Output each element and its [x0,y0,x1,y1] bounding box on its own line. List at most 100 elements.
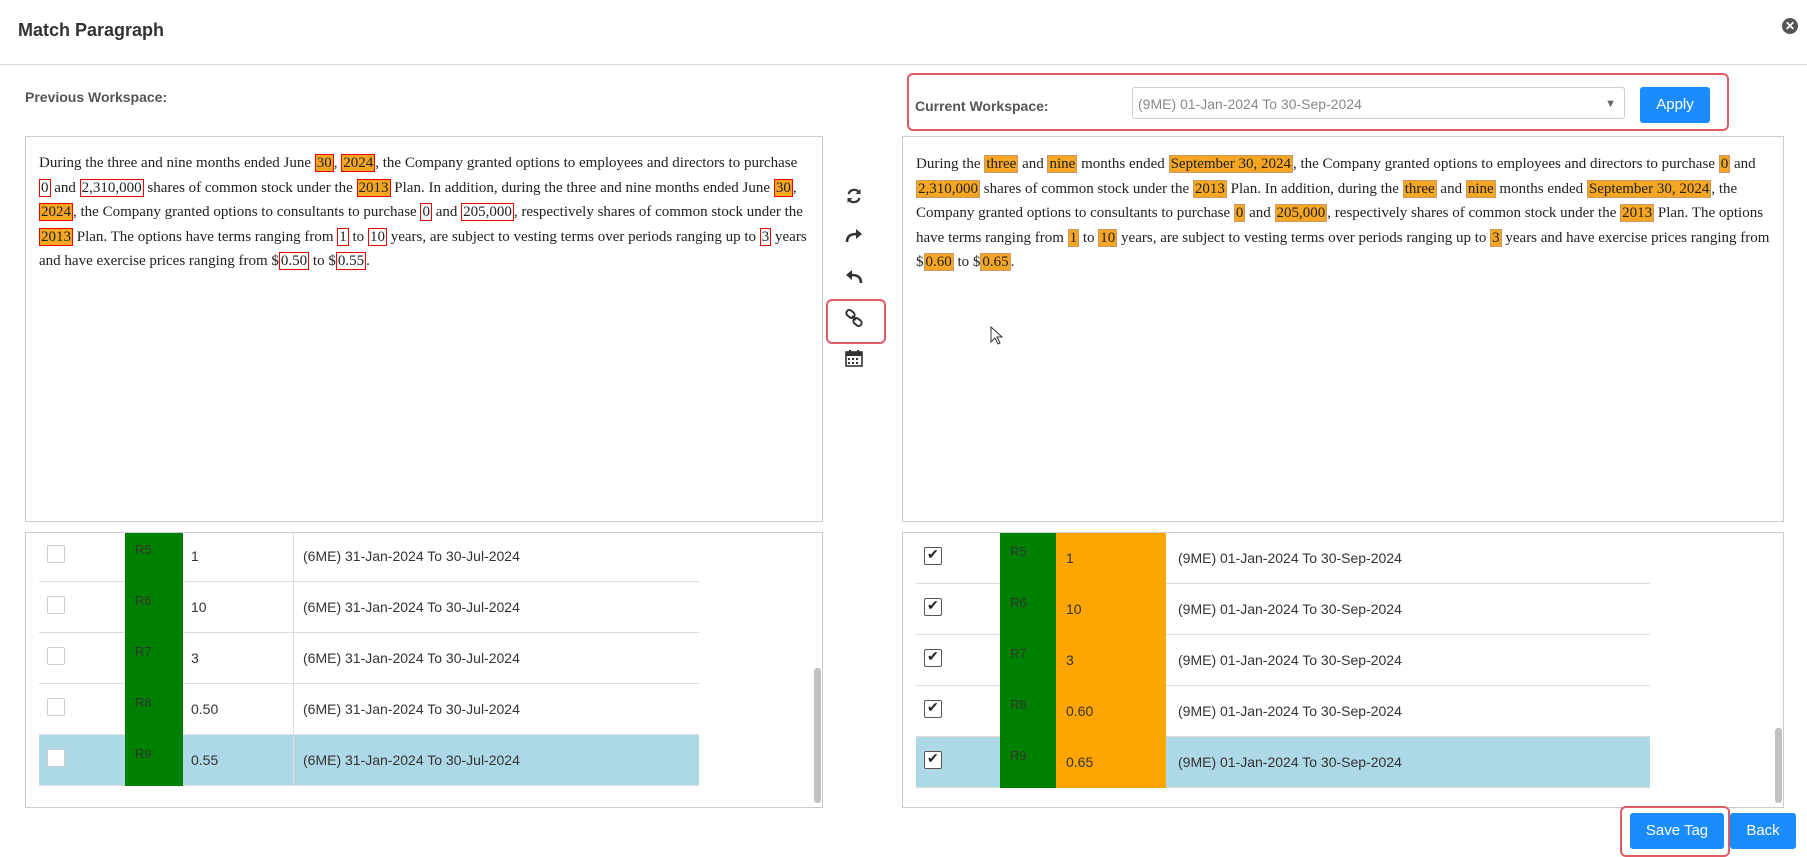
row-period: (6ME) 31-Jan-2024 To 30-Jul-2024 [303,599,520,615]
current-workspace-select[interactable]: (9ME) 01-Jan-2024 To 30-Sep-2024 ▼ [1132,87,1625,119]
tagged-value[interactable]: 2,310,000 [79,178,144,197]
dialog-title: Match Paragraph [18,20,165,40]
tagged-value[interactable]: 0 [1233,204,1246,222]
table-row[interactable]: R5 1 (6ME) 31-Jan-2024 To 30-Jul-2024 [39,533,699,582]
tagged-value[interactable]: 10 [367,227,387,246]
tagged-value[interactable]: three [1402,179,1437,198]
paragraph-text: shares of common stock under the [143,179,357,196]
row-period: (6ME) 31-Jan-2024 To 30-Jul-2024 [303,650,520,666]
row-tag: R5 [1000,533,1056,584]
tagged-value[interactable]: 205,000 [1274,204,1328,222]
row-checkbox[interactable] [924,546,942,565]
tagged-value[interactable]: 205,000 [461,203,514,221]
tagged-value[interactable]: 1 [337,227,349,246]
tagged-value[interactable]: September 30, 2024 [1586,179,1712,198]
tagged-value[interactable]: 2013 [1192,179,1227,198]
scrollbar-thumb[interactable] [814,668,821,803]
row-period: (9ME) 01-Jan-2024 To 30-Sep-2024 [1178,754,1402,770]
row-tag-label: R6 [135,593,152,608]
row-checkbox[interactable] [47,698,65,716]
tagged-value[interactable]: 0 [1718,155,1731,173]
paragraph-text: to [1079,229,1099,246]
tagged-value[interactable]: 2013 [356,178,391,197]
back-button[interactable]: Back [1730,813,1796,849]
row-checkbox[interactable] [924,597,942,616]
tagged-value[interactable]: 0 [39,178,51,197]
calendar-icon[interactable] [843,349,865,371]
tagged-value[interactable]: 2024 [341,154,376,172]
row-value: 10 [191,599,207,615]
undo-icon[interactable] [843,267,865,289]
paragraph-text: , the Company granted options to employe… [1292,156,1719,172]
tagged-value[interactable]: 0 [420,203,432,221]
previous-workspace-label: Previous Workspace: [25,89,168,105]
tagged-value[interactable]: 0.65 [980,253,1011,271]
tagged-value[interactable]: 30 [773,178,793,197]
tagged-value[interactable]: September 30, 2024 [1168,155,1293,173]
row-period: (6ME) 31-Jan-2024 To 30-Jul-2024 [303,548,520,564]
row-value: 1 [1066,550,1074,566]
tagged-value[interactable]: 2,310,000 [916,179,980,198]
table-row[interactable]: R7 3 (6ME) 31-Jan-2024 To 30-Jul-2024 [39,633,699,684]
row-checkbox[interactable] [47,596,65,614]
paragraph-text: to $ [309,253,336,269]
table-row[interactable]: R8 0.60 (9ME) 01-Jan-2024 To 30-Sep-2024 [916,686,1650,737]
previous-tags-table: R5 1 (6ME) 31-Jan-2024 To 30-Jul-2024 R6 10 (… [25,532,823,808]
tagged-value[interactable]: 2013 [1620,204,1655,222]
row-checkbox[interactable] [924,648,942,667]
paragraph-text: , respectively shares of common stock un… [1327,205,1621,221]
row-period: (9ME) 01-Jan-2024 To 30-Sep-2024 [1178,601,1402,617]
tagged-value[interactable]: 2013 [39,227,73,246]
tagged-value[interactable]: three [984,155,1019,173]
tagged-value[interactable]: 30 [314,154,334,172]
table-row[interactable]: R9 0.55 (6ME) 31-Jan-2024 To 30-Jul-2024 [39,735,699,786]
table-row[interactable]: R5 1 (9ME) 01-Jan-2024 To 30-Sep-2024 [916,533,1650,584]
paragraph-text: Plan. The options have terms ranging fro… [73,228,338,245]
tagged-value[interactable]: 1 [1067,228,1080,247]
row-value: 3 [1066,652,1074,668]
column-divider [293,582,294,633]
tagged-value[interactable]: nine [1047,155,1078,173]
row-period: (9ME) 01-Jan-2024 To 30-Sep-2024 [1178,703,1402,719]
table-row[interactable]: R6 10 (6ME) 31-Jan-2024 To 30-Jul-2024 [39,582,699,633]
row-period: (6ME) 31-Jan-2024 To 30-Jul-2024 [303,701,520,717]
paragraph-text: months ended [1077,156,1169,172]
current-paragraph: During the three and nine months ended S… [902,136,1784,522]
tagged-value[interactable]: 0.50 [278,252,310,270]
tagged-value[interactable]: 3 [759,227,772,246]
tagged-value[interactable]: nine [1465,179,1496,198]
row-checkbox[interactable] [47,749,65,767]
row-checkbox[interactable] [924,699,942,718]
tagged-value[interactable]: 3 [1490,228,1502,247]
row-tag-label: R5 [135,542,152,557]
row-period: (6ME) 31-Jan-2024 To 30-Jul-2024 [303,752,520,768]
row-value: 3 [191,650,199,666]
row-tag: R8 [1000,686,1056,737]
paragraph-text: years, are subject to vesting terms over… [1117,229,1491,246]
table-row[interactable]: R8 0.50 (6ME) 31-Jan-2024 To 30-Jul-2024 [39,684,699,735]
row-tag: R6 [125,582,183,633]
row-checkbox[interactable] [924,750,942,769]
paragraph-text: and [1730,156,1756,172]
tagged-value[interactable]: 2024 [39,203,73,221]
tagged-value[interactable]: 0.55 [335,252,367,270]
paragraph-text: , [792,179,797,196]
row-checkbox[interactable] [47,647,65,665]
table-row[interactable]: R9 0.65 (9ME) 01-Jan-2024 To 30-Sep-2024 [916,737,1650,788]
save-tag-button[interactable]: Save Tag [1630,813,1724,849]
apply-button[interactable]: Apply [1640,87,1710,123]
tagged-value[interactable]: 10 [1098,228,1118,247]
row-tag: R9 [1000,737,1056,788]
table-row[interactable]: R6 10 (9ME) 01-Jan-2024 To 30-Sep-2024 [916,584,1650,635]
table-row[interactable]: R7 3 (9ME) 01-Jan-2024 To 30-Sep-2024 [916,635,1650,686]
paragraph-text: to [348,228,368,245]
refresh-icon[interactable] [843,186,865,208]
paragraph-text: and [1245,205,1275,221]
link-icon[interactable] [843,308,865,330]
row-value: 1 [191,548,199,564]
row-checkbox[interactable] [47,545,65,563]
scrollbar-thumb[interactable] [1775,728,1782,803]
tagged-value[interactable]: 0.60 [923,253,954,271]
close-icon[interactable]: ✕ [1782,18,1798,34]
redo-icon[interactable] [843,226,865,248]
